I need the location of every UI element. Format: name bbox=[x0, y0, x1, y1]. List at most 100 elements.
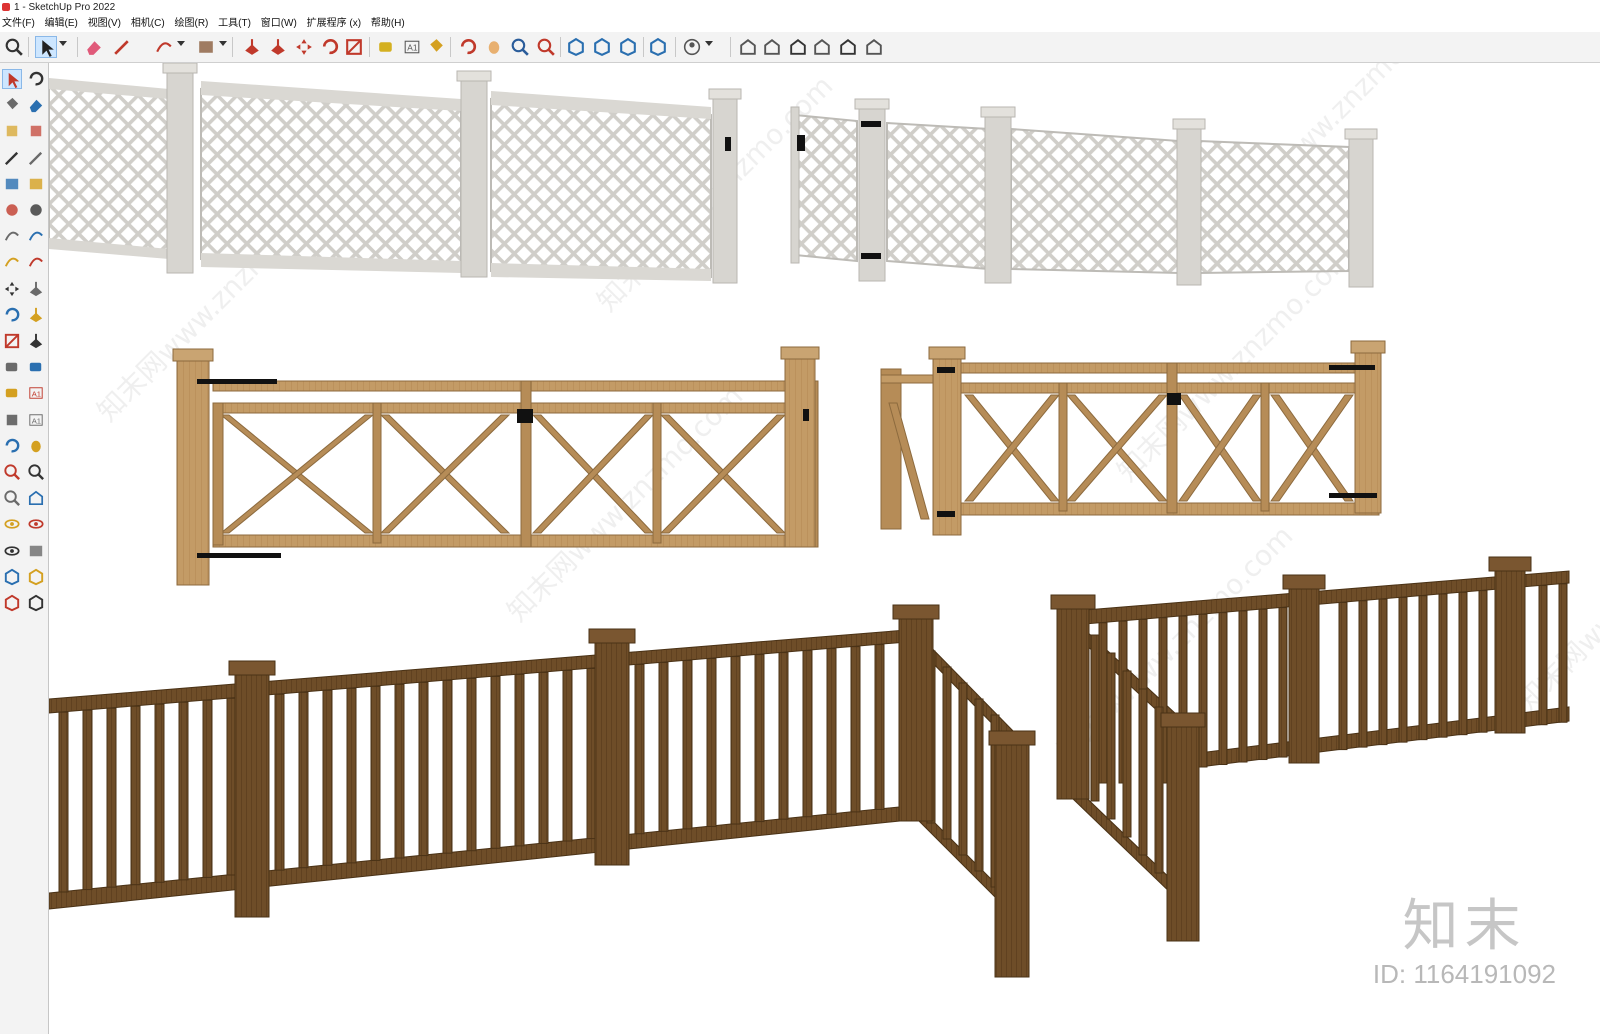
dropdown-caret-icon[interactable] bbox=[705, 41, 713, 46]
orbit-tool-icon[interactable] bbox=[2, 436, 22, 456]
circle-icon[interactable] bbox=[2, 200, 22, 220]
menu-file[interactable]: 文件(F) bbox=[0, 15, 40, 32]
picket bbox=[1418, 595, 1428, 741]
pie-icon[interactable] bbox=[26, 252, 46, 272]
walnut-picket-fence-right[interactable] bbox=[1050, 556, 1570, 942]
dropdown-caret-icon[interactable] bbox=[219, 41, 227, 46]
extension-manager-icon[interactable] bbox=[26, 593, 46, 613]
zoom-tool-icon[interactable] bbox=[509, 36, 531, 58]
protractor-icon[interactable] bbox=[2, 383, 22, 403]
dimension-icon[interactable] bbox=[26, 357, 46, 377]
rectangle-icon[interactable] bbox=[195, 36, 217, 58]
push-pull-icon[interactable] bbox=[26, 279, 46, 299]
rectangle-icon[interactable] bbox=[2, 174, 22, 194]
iso-view-icon[interactable] bbox=[737, 36, 759, 58]
pan-icon[interactable] bbox=[26, 436, 46, 456]
text-icon[interactable]: A1 bbox=[26, 383, 46, 403]
picket bbox=[826, 648, 837, 815]
oak-double-gate-with-side-door[interactable] bbox=[880, 340, 1386, 536]
orbit-icon[interactable] bbox=[26, 69, 46, 89]
menu-window[interactable]: 窗口(W) bbox=[259, 15, 302, 32]
menu-edit[interactable]: 编辑(E) bbox=[43, 15, 83, 32]
two-point-arc-icon[interactable] bbox=[26, 226, 46, 246]
rotate-icon[interactable] bbox=[319, 36, 341, 58]
orbit-icon[interactable] bbox=[457, 36, 479, 58]
zoom-extents-icon[interactable] bbox=[2, 488, 22, 508]
warehouse-icon[interactable] bbox=[565, 36, 587, 58]
offset-icon[interactable] bbox=[26, 331, 46, 351]
model-viewport[interactable]: 知末网www.znzmo.com 知末网www.znzmo.com 知末网www.z… bbox=[49, 63, 1600, 1034]
zoom-extents-icon[interactable] bbox=[535, 36, 557, 58]
move-icon[interactable] bbox=[293, 36, 315, 58]
line-icon[interactable] bbox=[2, 148, 22, 168]
eraser-icon[interactable] bbox=[83, 36, 105, 58]
freehand-icon[interactable] bbox=[26, 148, 46, 168]
polygon-icon[interactable] bbox=[26, 200, 46, 220]
extension-manager-icon[interactable] bbox=[647, 36, 669, 58]
previous-view-icon[interactable] bbox=[26, 488, 46, 508]
tag-icon[interactable] bbox=[26, 121, 46, 141]
menu-help[interactable]: 帮助(H) bbox=[369, 15, 410, 32]
picket bbox=[754, 654, 765, 823]
left-view-icon[interactable] bbox=[863, 36, 885, 58]
tape-measure-icon[interactable] bbox=[375, 36, 397, 58]
make-component-icon[interactable] bbox=[2, 121, 22, 141]
layout-icon[interactable] bbox=[2, 593, 22, 613]
layout-icon[interactable] bbox=[617, 36, 639, 58]
menu-view[interactable]: 视图(V) bbox=[86, 15, 126, 32]
menu-tools[interactable]: 工具(T) bbox=[216, 15, 256, 32]
rotate-icon[interactable] bbox=[2, 305, 22, 325]
picket bbox=[538, 671, 549, 844]
pan-hand-icon[interactable] bbox=[483, 36, 505, 58]
scale-icon[interactable] bbox=[343, 36, 365, 58]
zoom-icon[interactable] bbox=[2, 462, 22, 482]
menu-extensions[interactable]: 扩展程序 (x) bbox=[305, 15, 366, 32]
top-view-icon[interactable] bbox=[761, 36, 783, 58]
menu-camera[interactable]: 相机(C) bbox=[129, 15, 170, 32]
extension-warehouse-icon[interactable] bbox=[26, 567, 46, 587]
3d-text-icon[interactable]: A1 bbox=[26, 410, 46, 430]
rotated-rectangle-icon[interactable] bbox=[26, 174, 46, 194]
zoom-window-icon[interactable] bbox=[26, 462, 46, 482]
zoom-icon[interactable] bbox=[3, 36, 25, 58]
select-icon[interactable] bbox=[2, 69, 22, 89]
picket bbox=[442, 679, 453, 854]
dropdown-caret-icon[interactable] bbox=[177, 41, 185, 46]
oak-double-gate[interactable] bbox=[172, 346, 820, 586]
back-view-icon[interactable] bbox=[837, 36, 859, 58]
follow-me-icon[interactable] bbox=[267, 36, 289, 58]
account-icon[interactable] bbox=[681, 36, 703, 58]
scale-icon[interactable] bbox=[2, 331, 22, 351]
walk-icon[interactable] bbox=[2, 541, 22, 561]
menu-draw[interactable]: 绘图(R) bbox=[172, 15, 213, 32]
picket bbox=[418, 681, 429, 857]
front-view-icon[interactable] bbox=[787, 36, 809, 58]
tape-measure-icon[interactable] bbox=[2, 357, 22, 377]
picket bbox=[874, 644, 885, 810]
pencil-line-icon[interactable] bbox=[111, 36, 133, 58]
position-camera-icon[interactable] bbox=[2, 514, 22, 534]
axes-icon[interactable] bbox=[2, 410, 22, 430]
arc-icon[interactable] bbox=[153, 36, 175, 58]
section-plane-icon[interactable] bbox=[26, 541, 46, 561]
right-view-icon[interactable] bbox=[811, 36, 833, 58]
look-around-icon[interactable] bbox=[26, 514, 46, 534]
dropdown-caret-icon[interactable] bbox=[59, 41, 67, 46]
arc-icon[interactable] bbox=[2, 226, 22, 246]
extension-warehouse-icon[interactable] bbox=[591, 36, 613, 58]
select-arrow-icon[interactable] bbox=[35, 36, 57, 58]
move-icon[interactable] bbox=[2, 279, 22, 299]
paint-bucket-icon[interactable] bbox=[425, 36, 447, 58]
walnut-picket-fence-left[interactable] bbox=[49, 604, 1036, 978]
follow-me-icon[interactable] bbox=[26, 305, 46, 325]
paint-bucket-icon[interactable] bbox=[2, 95, 22, 115]
text-label-icon[interactable]: A1 bbox=[401, 36, 423, 58]
picket bbox=[658, 662, 669, 832]
model-scene[interactable]: 知末网www.znzmo.com知末网www.znzmo.com知末网www.z… bbox=[49, 63, 1600, 1034]
push-pull-icon[interactable] bbox=[241, 36, 263, 58]
three-point-arc-icon[interactable] bbox=[2, 252, 22, 272]
gray-lattice-fence[interactable] bbox=[49, 63, 742, 284]
gray-lattice-fence-with-gate[interactable] bbox=[790, 98, 1378, 288]
eraser-icon[interactable] bbox=[26, 95, 46, 115]
warehouse-icon[interactable] bbox=[2, 567, 22, 587]
